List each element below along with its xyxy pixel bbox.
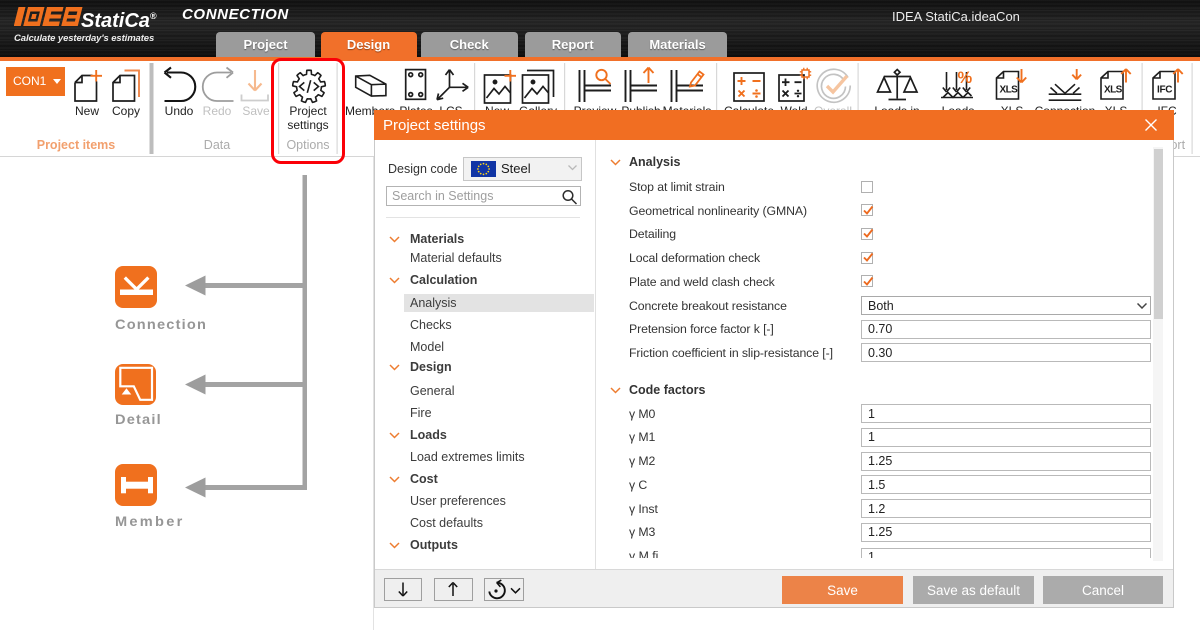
svg-text:XLS: XLS (1104, 85, 1123, 96)
svg-text:XLS: XLS (1000, 85, 1019, 96)
svg-text:IFC: IFC (1157, 85, 1172, 96)
svg-text:%: % (958, 69, 973, 87)
